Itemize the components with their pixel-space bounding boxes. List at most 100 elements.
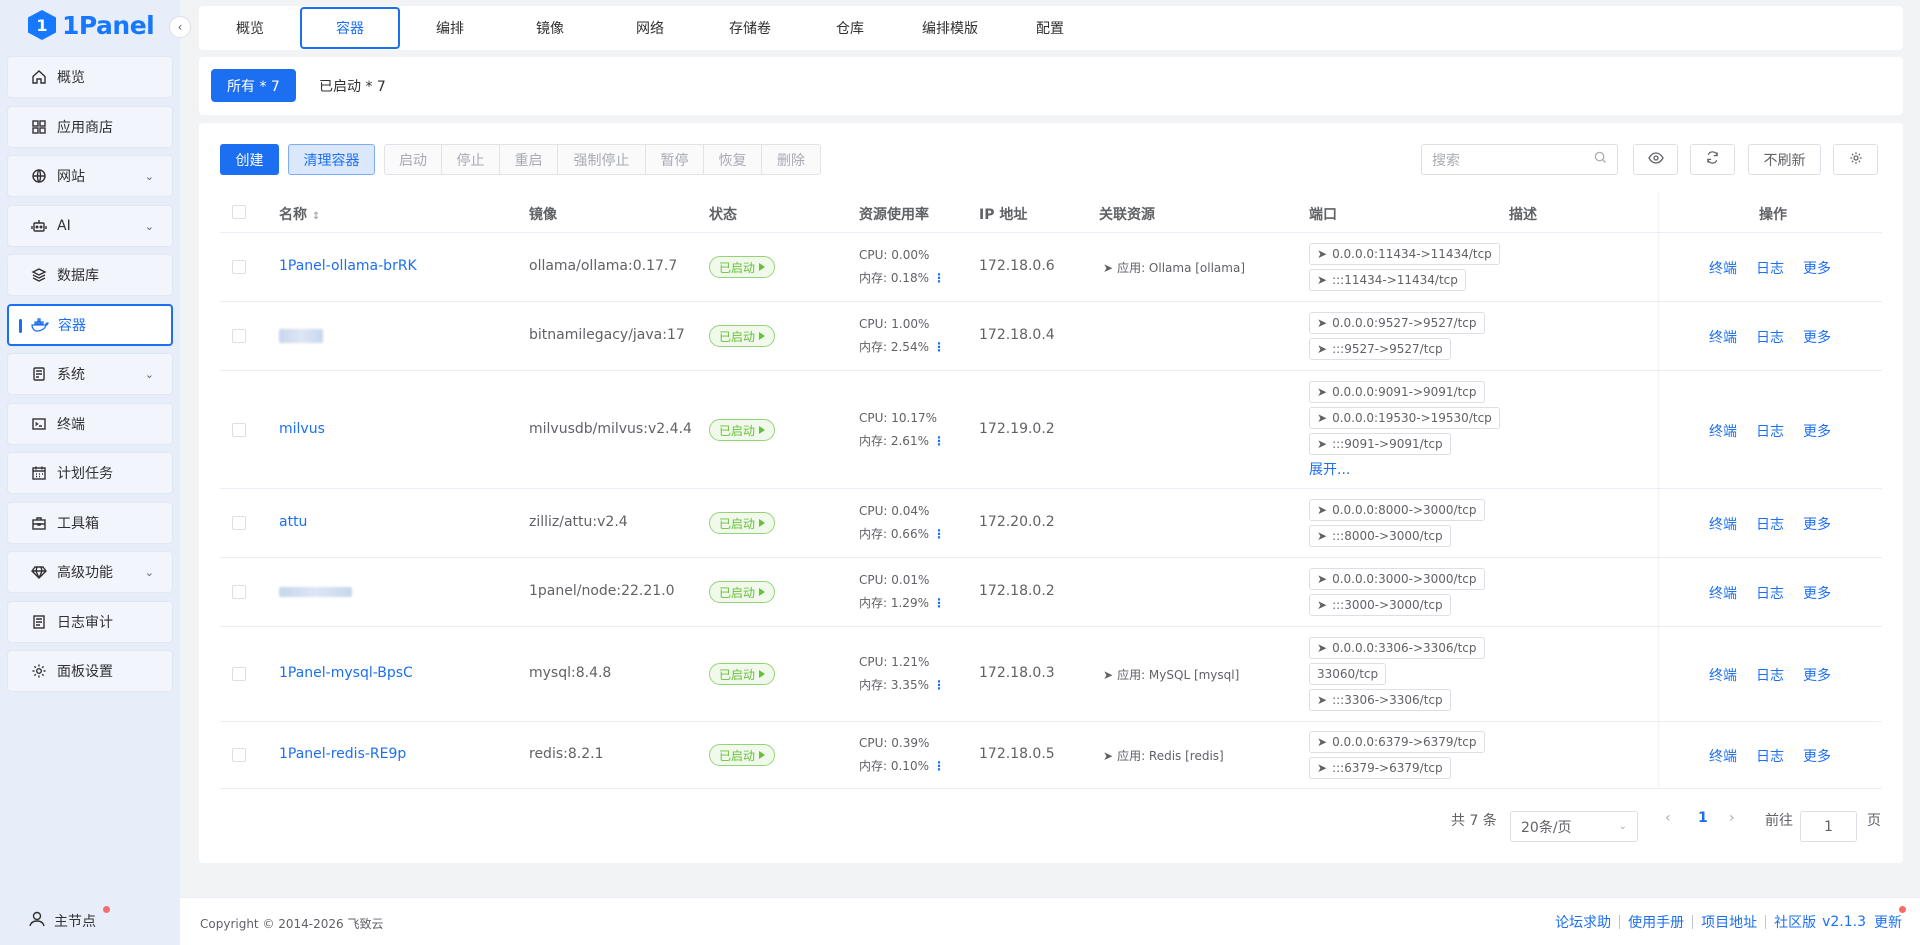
forum-link[interactable]: 论坛求助: [1555, 912, 1611, 932]
more-link[interactable]: 更多: [1803, 421, 1831, 441]
select-all-checkbox[interactable]: [232, 205, 246, 219]
status-badge[interactable]: 已启动: [709, 744, 776, 766]
more-link[interactable]: 更多: [1803, 746, 1831, 766]
port-tag[interactable]: ➤ 0.0.0.0:3306->3306/tcp: [1309, 637, 1485, 659]
clean-containers-button[interactable]: 清理容器: [288, 144, 375, 175]
tab-config[interactable]: 配置: [1000, 7, 1100, 49]
tab-network[interactable]: 网络: [600, 7, 700, 49]
sidebar-item-cron[interactable]: 计划任务: [7, 452, 173, 494]
container-name-link[interactable]: milvus: [279, 421, 325, 437]
more-link[interactable]: 更多: [1803, 514, 1831, 534]
page-size-select[interactable]: 20条/页 ⌄: [1510, 811, 1638, 842]
sidebar-item-log-audit[interactable]: 日志审计: [7, 600, 173, 643]
resume-button[interactable]: 恢复: [704, 145, 762, 174]
delete-button[interactable]: 删除: [762, 145, 820, 174]
more-vertical-icon[interactable]: ⋮: [933, 527, 945, 541]
sidebar-item-ai[interactable]: AI ⌄: [7, 204, 173, 247]
port-tag[interactable]: ➤ 0.0.0.0:3000->3000/tcp: [1309, 568, 1485, 590]
tab-compose[interactable]: 编排: [400, 7, 500, 49]
status-badge[interactable]: 已启动: [709, 581, 776, 603]
row-checkbox[interactable]: [232, 748, 246, 762]
port-tag[interactable]: ➤:::6379->6379/tcp: [1309, 757, 1451, 779]
sidebar-item-toolbox[interactable]: 工具箱: [7, 501, 173, 544]
expand-ports-link[interactable]: 展开...: [1309, 459, 1350, 479]
tab-container[interactable]: 容器: [300, 7, 400, 49]
prev-page-button[interactable]: ‹: [1665, 810, 1671, 826]
port-tag[interactable]: ➤ 0.0.0.0:9527->9527/tcp: [1309, 312, 1485, 334]
terminal-link[interactable]: 终端: [1709, 258, 1737, 278]
status-badge[interactable]: 已启动: [709, 512, 776, 534]
related-resource[interactable]: ➤ 应用: MySQL [mysql]: [1103, 666, 1239, 683]
port-tag[interactable]: ➤:::3000->3000/tcp: [1309, 594, 1451, 616]
node-selector[interactable]: 主节点: [28, 906, 110, 932]
more-link[interactable]: 更多: [1803, 583, 1831, 603]
sidebar-item-system[interactable]: 系统 ⌄: [7, 353, 173, 395]
sidebar-item-overview[interactable]: 概览: [7, 56, 173, 98]
terminal-link[interactable]: 终端: [1709, 421, 1737, 441]
start-button[interactable]: 启动: [385, 145, 442, 174]
tab-image[interactable]: 镜像: [500, 7, 600, 49]
port-tag[interactable]: ➤:::8000->3000/tcp: [1309, 525, 1451, 547]
next-page-button[interactable]: ›: [1729, 810, 1735, 826]
terminal-link[interactable]: 终端: [1709, 327, 1737, 347]
more-vertical-icon[interactable]: ⋮: [933, 678, 945, 692]
row-checkbox[interactable]: [232, 585, 246, 599]
project-link[interactable]: 项目地址: [1701, 912, 1757, 932]
port-tag[interactable]: ➤:::11434->11434/tcp: [1309, 269, 1466, 291]
container-name-link[interactable]: [279, 585, 352, 601]
logo[interactable]: 1 1Panel: [28, 8, 155, 42]
search-input[interactable]: 搜索: [1421, 144, 1618, 175]
log-link[interactable]: 日志: [1756, 583, 1784, 603]
more-vertical-icon[interactable]: ⋮: [933, 759, 945, 773]
sidebar-item-advanced[interactable]: 高级功能 ⌄: [7, 551, 173, 593]
row-checkbox[interactable]: [232, 423, 246, 437]
more-vertical-icon[interactable]: ⋮: [933, 340, 945, 354]
status-badge[interactable]: 已启动: [709, 256, 776, 278]
toggle-visibility-button[interactable]: [1633, 144, 1678, 175]
container-name-link[interactable]: 1Panel-mysql-BpsC: [279, 665, 413, 681]
terminal-link[interactable]: 终端: [1709, 746, 1737, 766]
sidebar-item-settings[interactable]: 面板设置: [7, 650, 173, 692]
tab-repository[interactable]: 仓库: [800, 7, 900, 49]
port-tag[interactable]: 33060/tcp: [1309, 663, 1387, 685]
sidebar-item-terminal[interactable]: 终端: [7, 402, 173, 445]
refresh-button[interactable]: [1690, 144, 1735, 175]
container-name-link[interactable]: 1Panel-redis-RE9p: [279, 746, 406, 762]
port-tag[interactable]: ➤ 0.0.0.0:19530->19530/tcp: [1309, 407, 1500, 429]
restart-button[interactable]: 重启: [500, 145, 558, 174]
log-link[interactable]: 日志: [1756, 665, 1784, 685]
more-vertical-icon[interactable]: ⋮: [933, 271, 945, 285]
sort-icon[interactable]: ↕: [312, 211, 320, 222]
pause-button[interactable]: 暂停: [646, 145, 704, 174]
force-stop-button[interactable]: 强制停止: [558, 145, 646, 174]
more-link[interactable]: 更多: [1803, 327, 1831, 347]
port-tag[interactable]: ➤ 0.0.0.0:6379->6379/tcp: [1309, 731, 1485, 753]
sidebar-item-database[interactable]: 数据库: [7, 254, 173, 296]
container-name-link[interactable]: 1Panel-ollama-brRK: [279, 258, 417, 274]
port-tag[interactable]: ➤ 0.0.0.0:11434->11434/tcp: [1309, 243, 1500, 265]
log-link[interactable]: 日志: [1756, 746, 1784, 766]
tab-overview[interactable]: 概览: [200, 7, 300, 49]
status-badge[interactable]: 已启动: [709, 325, 776, 347]
sidebar-item-container[interactable]: 容器: [7, 303, 173, 346]
page-number-current[interactable]: 1: [1698, 810, 1708, 826]
auto-refresh-select[interactable]: 不刷新: [1748, 144, 1821, 175]
sidebar-item-appstore[interactable]: 应用商店: [7, 105, 173, 148]
create-button[interactable]: 创建: [220, 144, 279, 175]
port-tag[interactable]: ➤:::3306->3306/tcp: [1309, 689, 1451, 711]
collapse-sidebar-button[interactable]: ‹: [169, 16, 191, 38]
log-link[interactable]: 日志: [1756, 514, 1784, 534]
status-badge[interactable]: 已启动: [709, 663, 776, 685]
related-resource[interactable]: ➤ 应用: Ollama [ollama]: [1103, 259, 1245, 276]
more-link[interactable]: 更多: [1803, 665, 1831, 685]
terminal-link[interactable]: 终端: [1709, 583, 1737, 603]
log-link[interactable]: 日志: [1756, 327, 1784, 347]
container-name-link[interactable]: [279, 329, 323, 347]
container-name-link[interactable]: attu: [279, 514, 307, 530]
filter-all-button[interactable]: 所有 * 7: [211, 69, 296, 102]
goto-page-input[interactable]: 1: [1800, 811, 1857, 842]
status-badge[interactable]: 已启动: [709, 419, 776, 441]
filter-running-button[interactable]: 已启动 * 7: [303, 69, 402, 102]
terminal-link[interactable]: 终端: [1709, 665, 1737, 685]
more-vertical-icon[interactable]: ⋮: [933, 596, 945, 610]
